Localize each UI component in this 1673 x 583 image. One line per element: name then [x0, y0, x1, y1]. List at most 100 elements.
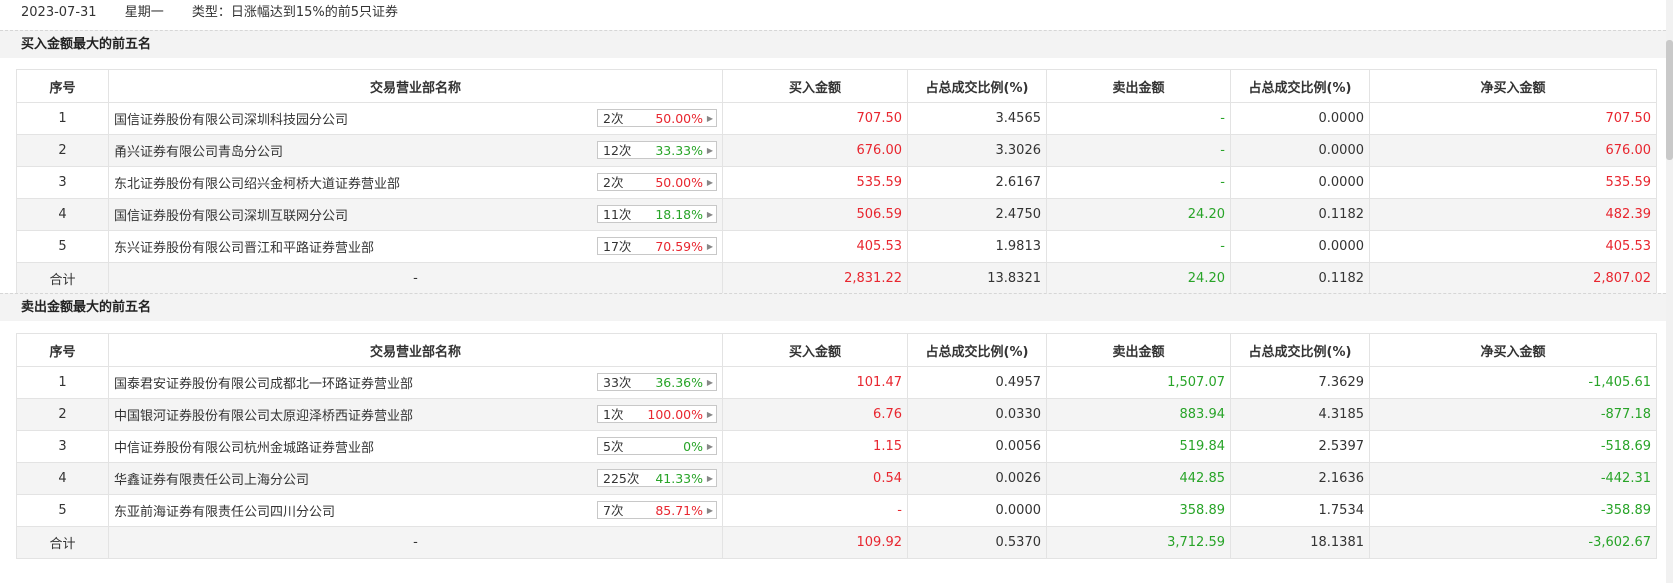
chevron-right-icon: ▶	[706, 378, 713, 387]
broker-name-link[interactable]: 中国银河证券股份有限公司太原迎泽桥西证券营业部	[114, 409, 413, 424]
buy-ratio: 0.0330	[907, 398, 1047, 431]
sell-ratio: 0.0000	[1230, 230, 1370, 263]
broker-stat-badge[interactable]: 33次 36.36% ▶	[597, 373, 717, 391]
column-header: 序号	[16, 333, 109, 367]
table-row: 2 甬兴证券有限公司青岛分公司 12次 33.33% ▶ 676.00 3.3026-0.0…	[16, 134, 1657, 167]
broker-stat-badge[interactable]: 1次 100.00% ▶	[597, 405, 717, 423]
listing-count: 2次	[603, 111, 624, 126]
total-name: -	[108, 262, 723, 295]
broker-stat-badge[interactable]: 11次 18.18% ▶	[597, 205, 717, 223]
broker-stat-badge[interactable]: 2次 50.00% ▶	[597, 173, 717, 191]
sell-ratio: 2.5397	[1230, 430, 1370, 463]
buy-ratio: 2.6167	[907, 166, 1047, 199]
buy-amount: 707.50	[722, 102, 908, 135]
win-rate: 41.33%	[655, 471, 703, 486]
header-info: 2023-07-31 星期一 类型：日涨幅达到15%的前5只证券	[21, 4, 422, 22]
broker-name-cell: 国泰君安证券股份有限公司成都北一环路证券营业部 33次 36.36% ▶	[108, 366, 723, 399]
broker-stat-badge[interactable]: 12次 33.33% ▶	[597, 141, 717, 159]
chevron-right-icon: ▶	[706, 410, 713, 419]
broker-name-link[interactable]: 华鑫证券有限责任公司上海分公司	[114, 473, 309, 488]
sell-amount: 1,507.07	[1046, 366, 1231, 399]
total-name: -	[108, 526, 723, 559]
net-buy-amount: 535.59	[1369, 166, 1657, 199]
total-buy-ratio: 0.5370	[907, 526, 1047, 559]
column-header: 卖出金额	[1046, 69, 1231, 103]
net-buy-amount: -1,405.61	[1369, 366, 1657, 399]
win-rate: 50.00%	[655, 111, 703, 126]
sell-ratio: 0.0000	[1230, 134, 1370, 167]
broker-stat-badge[interactable]: 17次 70.59% ▶	[597, 237, 717, 255]
listing-count: 5次	[603, 439, 624, 454]
column-header: 卖出金额	[1046, 333, 1231, 367]
table-header-row: 序号 交易营业部名称 买入金额 占总成交比例(%) 卖出金额 占总成交比例(%) 净买入金额	[16, 333, 1657, 367]
broker-stat-badge[interactable]: 2次 50.00% ▶	[597, 109, 717, 127]
row-number: 3	[16, 430, 109, 463]
broker-name-link[interactable]: 国信证券股份有限公司深圳科技园分公司	[114, 113, 348, 128]
win-rate: 85.71%	[655, 503, 703, 518]
listing-count: 11次	[603, 207, 632, 222]
broker-name-link[interactable]: 东北证券股份有限公司绍兴金柯桥大道证券营业部	[114, 177, 400, 192]
net-buy-amount: -877.18	[1369, 398, 1657, 431]
column-header: 占总成交比例(%)	[907, 333, 1047, 367]
broker-stat-badge[interactable]: 225次 41.33% ▶	[597, 469, 717, 487]
table-row: 5 东兴证券股份有限公司晋江和平路证券营业部 17次 70.59% ▶ 405.53 1.9…	[16, 230, 1657, 263]
sell-ratio: 1.7534	[1230, 494, 1370, 527]
broker-stat-badge[interactable]: 5次 0% ▶	[597, 437, 717, 455]
buy-amount: 0.54	[722, 462, 908, 495]
scrollbar-thumb[interactable]	[1666, 40, 1673, 160]
buy-amount: 535.59	[722, 166, 908, 199]
sell-ratio: 4.3185	[1230, 398, 1370, 431]
row-number: 4	[16, 462, 109, 495]
type-label: 类型：日涨幅达到15%的前5只证券	[191, 5, 399, 20]
row-number: 1	[16, 102, 109, 135]
sell-ratio: 0.0000	[1230, 102, 1370, 135]
column-header: 序号	[16, 69, 109, 103]
column-header: 净买入金额	[1369, 333, 1657, 367]
total-buy-ratio: 13.8321	[907, 262, 1047, 295]
table-row: 1 国信证券股份有限公司深圳科技园分公司 2次 50.00% ▶ 707.50 3.4565…	[16, 102, 1657, 135]
table-row: 5 东亚前海证券有限责任公司四川分公司 7次 85.71% ▶ -0.0000 358.89…	[16, 494, 1657, 527]
table-row: 1 国泰君安证券股份有限公司成都北一环路证券营业部 33次 36.36% ▶ 101.47…	[16, 366, 1657, 399]
listing-count: 17次	[603, 239, 632, 254]
win-rate: 50.00%	[655, 175, 703, 190]
total-net-buy-amount: 2,807.02	[1369, 262, 1657, 295]
chevron-right-icon: ▶	[706, 146, 713, 155]
total-sell-ratio: 0.1182	[1230, 262, 1370, 295]
broker-name-link[interactable]: 东兴证券股份有限公司晋江和平路证券营业部	[114, 241, 374, 256]
chevron-right-icon: ▶	[706, 114, 713, 123]
buy-amount: 6.76	[722, 398, 908, 431]
broker-name-link[interactable]: 国信证券股份有限公司深圳互联网分公司	[114, 209, 348, 224]
row-number: 5	[16, 230, 109, 263]
total-sell-amount: 24.20	[1046, 262, 1231, 295]
column-header: 交易营业部名称	[108, 333, 723, 367]
column-header: 占总成交比例(%)	[907, 69, 1047, 103]
listing-count: 1次	[603, 407, 624, 422]
broker-name-link[interactable]: 国泰君安证券股份有限公司成都北一环路证券营业部	[114, 377, 413, 392]
win-rate: 33.33%	[655, 143, 703, 158]
buy-ratio: 0.0026	[907, 462, 1047, 495]
net-buy-amount: -518.69	[1369, 430, 1657, 463]
buy-amount: 1.15	[722, 430, 908, 463]
listing-count: 7次	[603, 503, 624, 518]
table-row: 4 国信证券股份有限公司深圳互联网分公司 11次 18.18% ▶ 506.59 2.475…	[16, 198, 1657, 231]
buy-ratio: 2.4750	[907, 198, 1047, 231]
total-net-buy-amount: -3,602.67	[1369, 526, 1657, 559]
broker-stat-badge[interactable]: 7次 85.71% ▶	[597, 501, 717, 519]
total-sell-amount: 3,712.59	[1046, 526, 1231, 559]
sell-amount: 24.20	[1046, 198, 1231, 231]
broker-name-cell: 中信证券股份有限公司杭州金城路证券营业部 5次 0% ▶	[108, 430, 723, 463]
net-buy-amount: 676.00	[1369, 134, 1657, 167]
broker-name-link[interactable]: 东亚前海证券有限责任公司四川分公司	[114, 505, 335, 520]
broker-name-link[interactable]: 甬兴证券有限公司青岛分公司	[114, 145, 283, 160]
buy-amount: 101.47	[722, 366, 908, 399]
sell-ratio: 0.1182	[1230, 198, 1370, 231]
chevron-right-icon: ▶	[706, 242, 713, 251]
sell-section-title: 卖出金额最大的前五名	[0, 293, 1666, 321]
vertical-scrollbar[interactable]	[1666, 0, 1673, 583]
chevron-right-icon: ▶	[706, 506, 713, 515]
sell-amount: -	[1046, 134, 1231, 167]
broker-name-link[interactable]: 中信证券股份有限公司杭州金城路证券营业部	[114, 441, 374, 456]
column-header: 交易营业部名称	[108, 69, 723, 103]
row-number: 2	[16, 134, 109, 167]
broker-name-cell: 国信证券股份有限公司深圳互联网分公司 11次 18.18% ▶	[108, 198, 723, 231]
